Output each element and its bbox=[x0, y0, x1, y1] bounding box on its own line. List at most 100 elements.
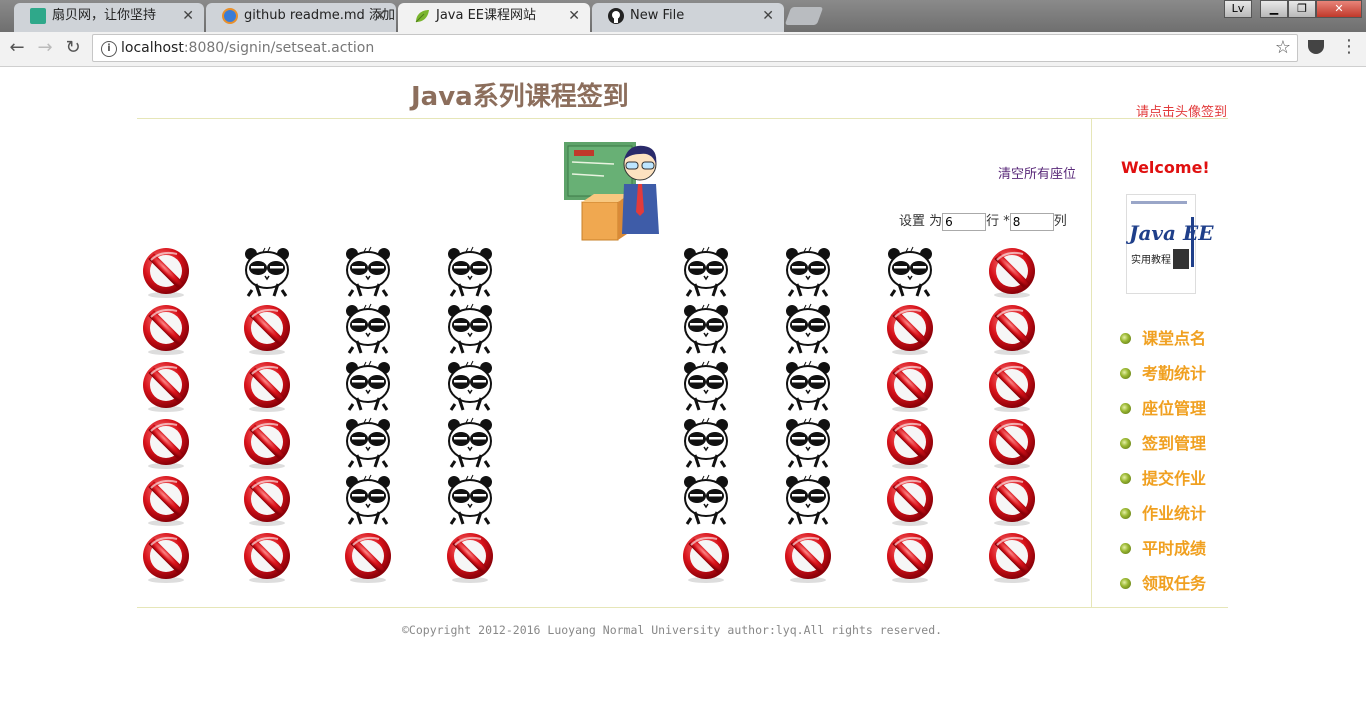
sidebar-menu-item[interactable]: 提交作业 bbox=[1120, 468, 1206, 503]
seat-blocked-icon[interactable] bbox=[343, 531, 393, 583]
welcome-text: Welcome! bbox=[1121, 158, 1210, 177]
bullet-icon bbox=[1120, 543, 1131, 554]
seat-avatar-panda-icon[interactable] bbox=[885, 246, 935, 298]
sidebar-menu-label: 平时成绩 bbox=[1142, 539, 1207, 558]
seat-avatar-panda-icon[interactable] bbox=[783, 360, 833, 412]
seat-blocked-icon[interactable] bbox=[987, 246, 1037, 298]
sidebar-menu-item[interactable]: 领取任务 bbox=[1120, 573, 1206, 608]
seat-blocked-icon[interactable] bbox=[242, 417, 292, 469]
sidebar-menu-item[interactable]: 座位管理 bbox=[1120, 398, 1206, 433]
url-text[interactable]: localhost:8080/signin/setseat.action bbox=[121, 40, 374, 56]
seat-avatar-panda-icon[interactable] bbox=[783, 246, 833, 298]
close-tab-icon[interactable]: ✕ bbox=[568, 3, 580, 29]
seat-blocked-icon[interactable] bbox=[141, 474, 191, 526]
seat-blocked-icon[interactable] bbox=[987, 303, 1037, 355]
profile-button[interactable]: Lv bbox=[1224, 0, 1252, 18]
seat-avatar-panda-icon[interactable] bbox=[343, 417, 393, 469]
page-title: Java系列课程签到 bbox=[411, 82, 629, 112]
seat-blocked-icon[interactable] bbox=[987, 474, 1037, 526]
rows-input[interactable] bbox=[942, 212, 987, 231]
seat-blocked-icon[interactable] bbox=[141, 360, 191, 412]
seat-blocked-icon[interactable] bbox=[885, 303, 935, 355]
seat-blocked-icon[interactable] bbox=[141, 246, 191, 298]
bookmark-star-icon[interactable]: ☆ bbox=[1275, 37, 1291, 58]
seat-blocked-icon[interactable] bbox=[141, 417, 191, 469]
browser-tab[interactable]: New File ✕ bbox=[592, 3, 784, 32]
sidebar-menu-item[interactable]: 课堂点名 bbox=[1120, 328, 1206, 363]
set-label: 设置 为 bbox=[899, 214, 943, 229]
new-tab-button[interactable] bbox=[784, 7, 824, 25]
seat-blocked-icon[interactable] bbox=[141, 303, 191, 355]
sidebar-menu-item[interactable]: 签到管理 bbox=[1120, 433, 1206, 468]
seat-avatar-panda-icon[interactable] bbox=[445, 417, 495, 469]
seat-avatar-panda-icon[interactable] bbox=[681, 360, 731, 412]
forward-icon[interactable]: → bbox=[34, 37, 56, 59]
seat-avatar-panda-icon[interactable] bbox=[783, 417, 833, 469]
clear-seats-link[interactable]: 清空所有座位 bbox=[998, 163, 1076, 182]
pocket-icon[interactable] bbox=[1308, 40, 1324, 54]
bullet-icon bbox=[1120, 403, 1131, 414]
seat-avatar-panda-icon[interactable] bbox=[343, 303, 393, 355]
browser-tab-active[interactable]: Java EE课程网站 ✕ bbox=[398, 3, 590, 32]
sidebar-menu: 课堂点名 考勤统计 座位管理 签到管理提交作业 作业统计 平时成绩领取任务 bbox=[1120, 328, 1206, 608]
maximize-icon[interactable]: ❐ bbox=[1288, 0, 1316, 18]
seat-blocked-icon[interactable] bbox=[885, 531, 935, 583]
reload-icon[interactable]: ↻ bbox=[62, 37, 84, 59]
search-favicon-icon bbox=[222, 8, 238, 24]
close-tab-icon[interactable]: ✕ bbox=[762, 3, 774, 29]
seat-avatar-panda-icon[interactable] bbox=[681, 417, 731, 469]
footer-divider bbox=[137, 607, 1228, 608]
seat-blocked-icon[interactable] bbox=[987, 360, 1037, 412]
seat-blocked-icon[interactable] bbox=[885, 474, 935, 526]
seat-blocked-icon[interactable] bbox=[242, 360, 292, 412]
seat-blocked-icon[interactable] bbox=[885, 417, 935, 469]
info-icon[interactable]: i bbox=[101, 41, 117, 57]
cols-input[interactable] bbox=[1009, 212, 1054, 231]
seat-avatar-panda-icon[interactable] bbox=[343, 360, 393, 412]
seat-avatar-panda-icon[interactable] bbox=[343, 474, 393, 526]
close-window-icon[interactable]: ✕ bbox=[1316, 0, 1362, 18]
seat-blocked-icon[interactable] bbox=[885, 360, 935, 412]
seat-avatar-panda-icon[interactable] bbox=[445, 360, 495, 412]
seat-avatar-panda-icon[interactable] bbox=[783, 303, 833, 355]
teacher-image bbox=[564, 142, 661, 242]
tab-title: New File bbox=[630, 8, 685, 23]
seat-blocked-icon[interactable] bbox=[783, 531, 833, 583]
seat-avatar-panda-icon[interactable] bbox=[681, 303, 731, 355]
sidebar-menu-item[interactable]: 作业统计 bbox=[1120, 503, 1206, 538]
page: Java系列课程签到 请点击头像签到 清空所有座位 设置 为行 *列 Welco… bbox=[0, 66, 1366, 728]
minimize-icon[interactable]: ▁ bbox=[1260, 0, 1288, 18]
book-cover-photo bbox=[1173, 249, 1189, 269]
browser-tab[interactable]: github readme.md 添加 ✕ bbox=[206, 3, 396, 32]
seat-avatar-panda-icon[interactable] bbox=[343, 246, 393, 298]
close-tab-icon[interactable]: ✕ bbox=[374, 3, 386, 29]
seat-blocked-icon[interactable] bbox=[242, 531, 292, 583]
seat-avatar-panda-icon[interactable] bbox=[445, 246, 495, 298]
rows-unit: 行 * bbox=[986, 214, 1010, 229]
seat-avatar-panda-icon[interactable] bbox=[445, 474, 495, 526]
close-tab-icon[interactable]: ✕ bbox=[182, 3, 194, 29]
seat-avatar-panda-icon[interactable] bbox=[242, 246, 292, 298]
book-cover-stripe bbox=[1131, 201, 1187, 204]
seat-avatar-panda-icon[interactable] bbox=[681, 246, 731, 298]
leaf-favicon-icon bbox=[414, 8, 430, 24]
sidebar-menu-item[interactable]: 平时成绩 bbox=[1120, 538, 1206, 573]
sidebar-menu-label: 签到管理 bbox=[1142, 434, 1207, 453]
seat-blocked-icon[interactable] bbox=[141, 531, 191, 583]
seat-avatar-panda-icon[interactable] bbox=[681, 474, 731, 526]
seat-avatar-panda-icon[interactable] bbox=[445, 303, 495, 355]
tab-title: github readme.md 添加 bbox=[244, 8, 395, 23]
seat-avatar-panda-icon[interactable] bbox=[783, 474, 833, 526]
seat-blocked-icon[interactable] bbox=[987, 417, 1037, 469]
sidebar-menu-item[interactable]: 考勤统计 bbox=[1120, 363, 1206, 398]
browser-tab[interactable]: 扇贝网，让你坚持 ✕ bbox=[14, 3, 204, 32]
address-bar[interactable]: i localhost:8080/signin/setseat.action ☆ bbox=[92, 34, 1298, 62]
seat-blocked-icon[interactable] bbox=[242, 303, 292, 355]
seat-blocked-icon[interactable] bbox=[987, 531, 1037, 583]
seat-blocked-icon[interactable] bbox=[681, 531, 731, 583]
seat-blocked-icon[interactable] bbox=[242, 474, 292, 526]
back-icon[interactable]: ← bbox=[6, 37, 28, 59]
menu-dots-icon[interactable]: ⋮ bbox=[1340, 36, 1358, 57]
browser-toolbar: ← → ↻ i localhost:8080/signin/setseat.ac… bbox=[0, 32, 1366, 67]
seat-blocked-icon[interactable] bbox=[445, 531, 495, 583]
